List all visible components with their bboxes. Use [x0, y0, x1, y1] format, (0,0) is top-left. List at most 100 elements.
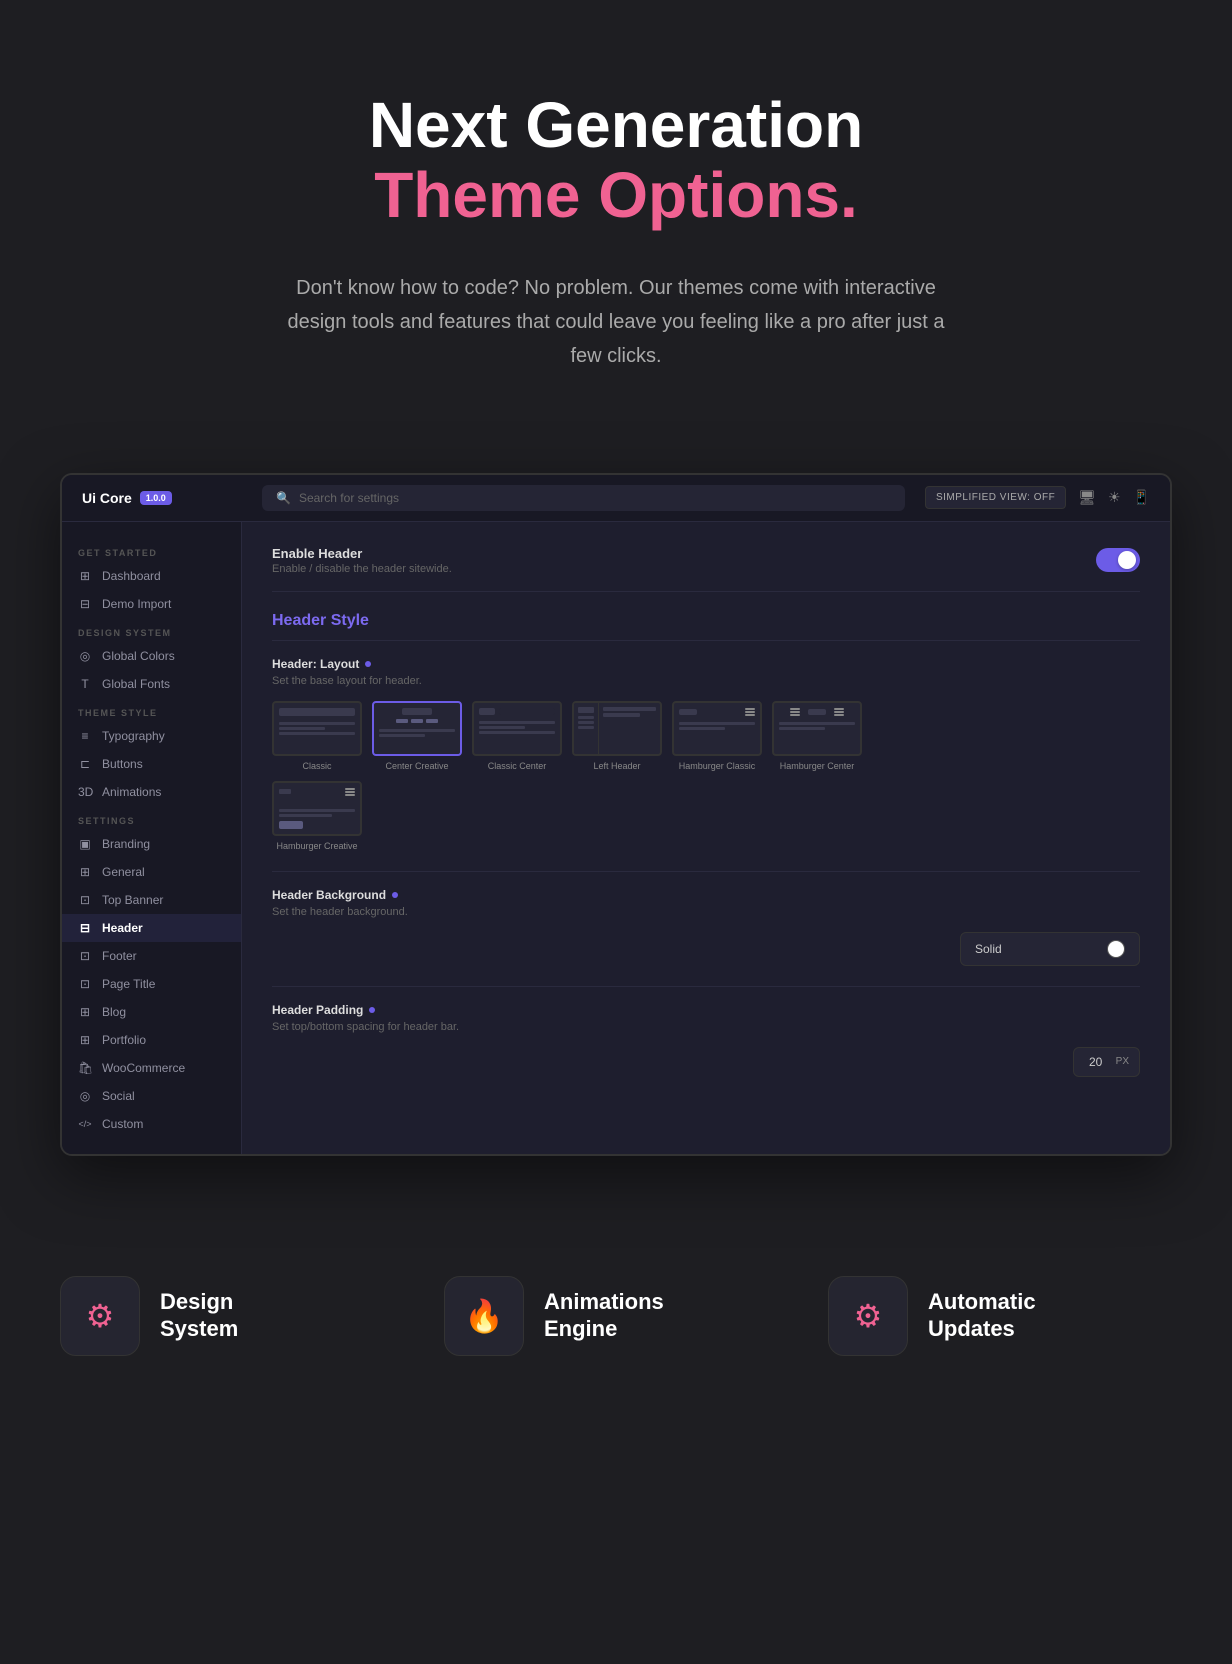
sidebar-item-label: Header — [102, 921, 143, 935]
sun-icon[interactable]: ☀ — [1108, 489, 1121, 506]
bg-select-value: Solid — [975, 942, 1099, 956]
layout-option-label-hamburger-creative: Hamburger Creative — [276, 841, 357, 851]
sidebar-item-label: Global Colors — [102, 649, 175, 663]
sidebar-item-animations[interactable]: 3D Animations — [62, 778, 241, 806]
padding-input[interactable]: 20 PX — [1073, 1047, 1140, 1077]
app-screenshot: Ui Core 1.0.0 🔍 Search for settings SIMP… — [60, 473, 1172, 1156]
branding-icon: ▣ — [78, 837, 92, 851]
sidebar-item-demo-import[interactable]: ⊟ Demo Import — [62, 590, 241, 618]
content-area: Enable Header Enable / disable the heade… — [242, 522, 1170, 1154]
sidebar-item-label: General — [102, 865, 145, 879]
layout-option-hamburger-classic[interactable]: Hamburger Classic — [672, 701, 762, 771]
layout-option-label-hamburger-center: Hamburger Center — [780, 761, 855, 771]
feature-design-system: ⚙ Design System — [60, 1276, 404, 1356]
layout-option-label-hamburger-classic: Hamburger Classic — [679, 761, 756, 771]
sidebar-item-general[interactable]: ⊞ General — [62, 858, 241, 886]
search-icon: 🔍 — [276, 491, 291, 505]
global-fonts-icon: T — [78, 677, 92, 691]
animations-engine-text: Animations Engine — [544, 1289, 664, 1342]
monitor-icon[interactable]: 🖥 — [1078, 489, 1096, 506]
sidebar-item-blog[interactable]: ⊞ Blog — [62, 998, 241, 1026]
bg-select[interactable]: Solid — [960, 932, 1140, 966]
header-padding-section: Header Padding Set top/bottom spacing fo… — [272, 1003, 1140, 1077]
required-dot — [365, 661, 371, 667]
design-system-icon-box: ⚙ — [60, 1276, 140, 1356]
layout-preview-left-header — [572, 701, 662, 756]
layout-preview-hamburger-classic — [672, 701, 762, 756]
padding-control-row: 20 PX — [272, 1047, 1140, 1077]
layout-label: Header: Layout — [272, 657, 1140, 671]
sidebar-item-custom[interactable]: </> Custom — [62, 1110, 241, 1138]
sidebar-item-portfolio[interactable]: ⊞ Portfolio — [62, 1026, 241, 1054]
design-system-title: Design System — [160, 1289, 238, 1342]
sidebar-item-label: Global Fonts — [102, 677, 170, 691]
layout-option-label-classic: Classic — [302, 761, 331, 771]
sidebar-item-label: Typography — [102, 729, 165, 743]
layout-preview-hamburger-creative — [272, 781, 362, 836]
sidebar-item-header[interactable]: ⊟ Header — [62, 914, 241, 942]
hero-title-pink: Theme Options. — [180, 160, 1052, 230]
layout-option-center-creative[interactable]: Center Creative — [372, 701, 462, 771]
search-placeholder: Search for settings — [299, 491, 399, 505]
header-icon: ⊟ — [78, 921, 92, 935]
sidebar-item-global-colors[interactable]: ◎ Global Colors — [62, 642, 241, 670]
padding-dot — [369, 1007, 375, 1013]
color-circle — [1107, 940, 1125, 958]
sidebar-item-global-fonts[interactable]: T Global Fonts — [62, 670, 241, 698]
features-section: ⚙ Design System 🔥 Animations Engine ⚙ Au… — [0, 1216, 1232, 1436]
sidebar-item-woocommerce[interactable]: 🛍 WooCommerce — [62, 1054, 241, 1082]
sidebar-item-branding[interactable]: ▣ Branding — [62, 830, 241, 858]
automatic-updates-icon-box: ⚙ — [828, 1276, 908, 1356]
layout-option-label-classic-center: Classic Center — [488, 761, 547, 771]
blog-icon: ⊞ — [78, 1005, 92, 1019]
layout-option-hamburger-center[interactable]: Hamburger Center — [772, 701, 862, 771]
sidebar-item-label: Page Title — [102, 977, 155, 991]
layout-option-classic-center[interactable]: Classic Center — [472, 701, 562, 771]
layout-option-label-left-header: Left Header — [593, 761, 640, 771]
sidebar-item-label: Buttons — [102, 757, 143, 771]
top-bar: Ui Core 1.0.0 🔍 Search for settings SIMP… — [62, 475, 1170, 522]
sidebar-item-top-banner[interactable]: ⊡ Top Banner — [62, 886, 241, 914]
social-icon: ◎ — [78, 1089, 92, 1103]
sidebar-item-page-title[interactable]: ⊡ Page Title — [62, 970, 241, 998]
divider-1 — [272, 591, 1140, 592]
hero-title-white: Next Generation — [180, 90, 1052, 160]
sidebar-item-footer[interactable]: ⊡ Footer — [62, 942, 241, 970]
page-title-icon: ⊡ — [78, 977, 92, 991]
sidebar-item-label: WooCommerce — [102, 1061, 185, 1075]
top-bar-actions: SIMPLIFIED VIEW: OFF 🖥 ☀ 📱 — [925, 486, 1150, 509]
animations-engine-title: Animations Engine — [544, 1289, 664, 1342]
sidebar-item-label: Blog — [102, 1005, 126, 1019]
layout-preview-classic — [272, 701, 362, 756]
sidebar-item-label: Custom — [102, 1117, 143, 1131]
layout-options-row1: Classic — [272, 701, 1140, 771]
layout-options-row2: Hamburger Creative — [272, 781, 1140, 851]
animations-engine-icon-box: 🔥 — [444, 1276, 524, 1356]
layout-option-hamburger-creative[interactable]: Hamburger Creative — [272, 781, 362, 851]
simplified-view-button[interactable]: SIMPLIFIED VIEW: OFF — [925, 486, 1066, 509]
sidebar-item-dashboard[interactable]: ⊞ Dashboard — [62, 562, 241, 590]
sidebar-item-buttons[interactable]: ⊏ Buttons — [62, 750, 241, 778]
top-banner-icon: ⊡ — [78, 893, 92, 907]
woocommerce-icon: 🛍 — [78, 1061, 92, 1075]
layout-option-classic[interactable]: Classic — [272, 701, 362, 771]
padding-desc: Set top/bottom spacing for header bar. — [272, 1021, 1140, 1033]
sidebar-item-label: Social — [102, 1089, 135, 1103]
feature-automatic-updates: ⚙ Automatic Updates — [828, 1276, 1172, 1356]
header-background-section: Header Background Set the header backgro… — [272, 888, 1140, 966]
padding-value: 20 — [1084, 1055, 1108, 1069]
sidebar-section-design-system: DESIGN SYSTEM — [62, 618, 241, 642]
main-content: GET STARTED ⊞ Dashboard ⊟ Demo Import DE… — [62, 522, 1170, 1154]
sidebar-item-label: Portfolio — [102, 1033, 146, 1047]
enable-header-toggle[interactable] — [1096, 548, 1140, 572]
sidebar-item-social[interactable]: ◎ Social — [62, 1082, 241, 1110]
sidebar-section-get-started: GET STARTED — [62, 538, 241, 562]
sidebar-item-typography[interactable]: ≡ Typography — [62, 722, 241, 750]
design-system-icon: ⚙ — [86, 1297, 115, 1335]
tablet-icon[interactable]: 📱 — [1133, 489, 1150, 506]
dashboard-icon: ⊞ — [78, 569, 92, 583]
layout-option-left-header[interactable]: Left Header — [572, 701, 662, 771]
logo-area: Ui Core 1.0.0 — [82, 490, 242, 506]
enable-header-desc: Enable / disable the header sitewide. — [272, 563, 452, 575]
search-bar[interactable]: 🔍 Search for settings — [262, 485, 905, 511]
